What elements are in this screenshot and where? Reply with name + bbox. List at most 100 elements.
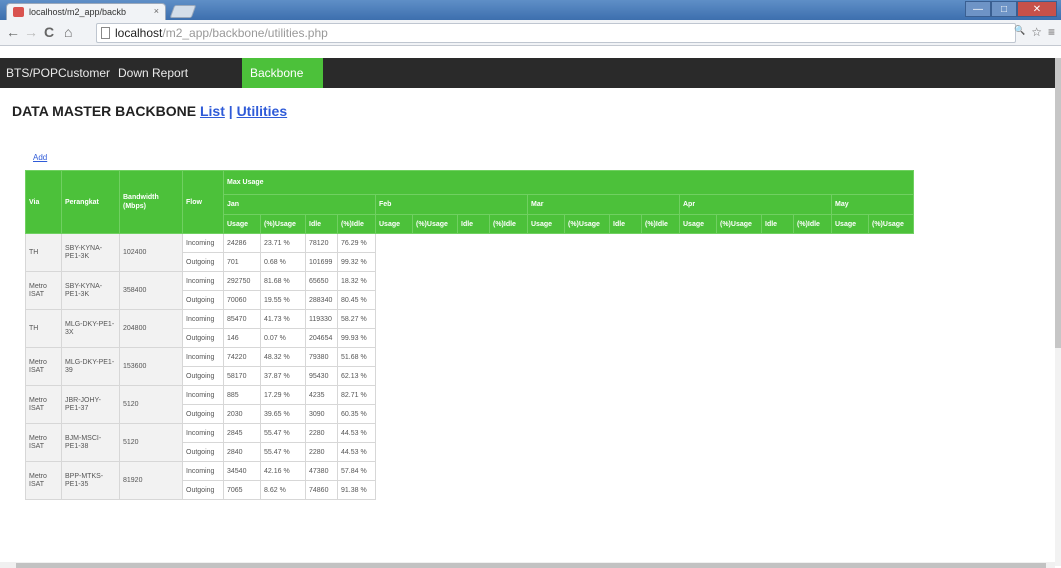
- perangkat-cell: BPP-MTKS-PE1-35: [61, 461, 120, 500]
- jan-usage-cell: 701: [223, 252, 261, 272]
- new-tab-button[interactable]: [169, 5, 197, 18]
- empty-cell: [412, 442, 458, 462]
- tab-title: localhost/m2_app/backb: [29, 7, 127, 17]
- window-controls: — □ ✕: [965, 1, 1057, 17]
- empty-cell: [412, 233, 458, 253]
- empty-cell: [793, 347, 832, 367]
- reload-icon[interactable]: C: [44, 24, 54, 40]
- empty-cell: [609, 309, 642, 329]
- back-arrow-icon[interactable]: ←: [6, 24, 20, 40]
- empty-cell: [868, 442, 914, 462]
- bandwidth-cell: 153600: [119, 347, 183, 386]
- empty-cell: [761, 385, 794, 405]
- zoom-icon[interactable]: 🔍: [1014, 25, 1025, 39]
- flow-cell: Outgoing: [182, 442, 224, 462]
- nav-item-down-report[interactable]: Down Report: [112, 58, 194, 88]
- empty-cell: [527, 480, 565, 500]
- utilities-link[interactable]: Utilities: [237, 103, 288, 119]
- empty-cell: [375, 461, 413, 481]
- empty-cell: [527, 404, 565, 424]
- subheader-pct-usage: (%)Usage: [260, 214, 306, 234]
- empty-cell: [679, 309, 717, 329]
- header-via: Via: [25, 170, 62, 234]
- empty-cell: [831, 442, 869, 462]
- close-tab-icon[interactable]: ×: [154, 6, 159, 16]
- flow-cell: Incoming: [182, 347, 224, 367]
- jan-usage-cell: 146: [223, 328, 261, 348]
- jan-pct-usage-cell: 17.29 %: [260, 385, 306, 405]
- jan-usage-cell: 2845: [223, 423, 261, 443]
- empty-cell: [716, 442, 762, 462]
- empty-cell: [831, 366, 869, 386]
- empty-cell: [564, 271, 610, 291]
- jan-usage-cell: 2030: [223, 404, 261, 424]
- horizontal-scroll-thumb[interactable]: [16, 563, 1046, 568]
- maximize-button[interactable]: □: [991, 1, 1017, 17]
- browser-tab[interactable]: localhost/m2_app/backb ×: [6, 3, 166, 20]
- empty-cell: [457, 423, 490, 443]
- bandwidth-cell: 102400: [119, 233, 183, 272]
- table-row: Metro ISAT BPP-MTKS-PE1-35 81920 Incoming 34…: [25, 461, 914, 500]
- empty-cell: [527, 461, 565, 481]
- empty-cell: [831, 309, 869, 329]
- via-cell: Metro ISAT: [25, 461, 62, 500]
- jan-pct-idle-cell: 44.53 %: [337, 442, 376, 462]
- empty-cell: [609, 347, 642, 367]
- jan-usage-cell: 85470: [223, 309, 261, 329]
- nav-item-backbone[interactable]: Backbone: [242, 58, 323, 88]
- empty-cell: [793, 385, 832, 405]
- subheader-usage: Usage: [831, 214, 869, 234]
- empty-cell: [489, 404, 528, 424]
- empty-cell: [609, 271, 642, 291]
- empty-cell: [831, 233, 869, 253]
- empty-cell: [793, 252, 832, 272]
- jan-pct-idle-cell: 58.27 %: [337, 309, 376, 329]
- empty-cell: [564, 233, 610, 253]
- empty-cell: [609, 480, 642, 500]
- empty-cell: [716, 423, 762, 443]
- jan-usage-cell: 58170: [223, 366, 261, 386]
- empty-cell: [716, 309, 762, 329]
- empty-cell: [489, 366, 528, 386]
- empty-cell: [641, 461, 680, 481]
- subheader-usage: Usage: [375, 214, 413, 234]
- subheader-idle: Idle: [457, 214, 490, 234]
- empty-cell: [375, 252, 413, 272]
- perangkat-cell: BJM-MSCI-PE1-38: [61, 423, 120, 462]
- flow-cell: Incoming: [182, 423, 224, 443]
- empty-cell: [641, 385, 680, 405]
- empty-cell: [412, 423, 458, 443]
- vertical-scroll-thumb[interactable]: [1055, 58, 1061, 348]
- empty-cell: [527, 271, 565, 291]
- title-separator: |: [228, 103, 233, 119]
- empty-cell: [412, 309, 458, 329]
- close-window-button[interactable]: ✕: [1017, 1, 1057, 17]
- empty-cell: [489, 252, 528, 272]
- list-link[interactable]: List: [200, 103, 225, 119]
- address-bar[interactable]: localhost/m2_app/backbone/utilities.php: [96, 23, 1016, 43]
- empty-cell: [609, 461, 642, 481]
- subheader-usage: Usage: [679, 214, 717, 234]
- page-title: DATA MASTER BACKBONE List | Utilities: [12, 103, 287, 119]
- jan-idle-cell: 119330: [305, 309, 338, 329]
- empty-cell: [761, 328, 794, 348]
- home-icon[interactable]: ⌂: [64, 24, 72, 40]
- browser-right-tools: 🔍 ☆ ≡: [1014, 25, 1055, 39]
- table-row: TH SBY-KYNA-PE1-3K 102400 Incoming 24286 23.7…: [25, 233, 914, 272]
- empty-cell: [564, 328, 610, 348]
- empty-cell: [375, 385, 413, 405]
- star-icon[interactable]: ☆: [1031, 25, 1042, 39]
- empty-cell: [375, 290, 413, 310]
- add-link[interactable]: Add: [33, 153, 47, 162]
- bandwidth-cell: 81920: [119, 461, 183, 500]
- empty-cell: [412, 347, 458, 367]
- via-cell: Metro ISAT: [25, 423, 62, 462]
- page-favicon-icon: [13, 7, 24, 17]
- header-perangkat: Perangkat: [61, 170, 120, 234]
- nav-item-customer[interactable]: Customer: [52, 58, 116, 88]
- jan-pct-usage-cell: 55.47 %: [260, 442, 306, 462]
- minimize-button[interactable]: —: [965, 1, 991, 17]
- empty-cell: [489, 423, 528, 443]
- forward-arrow-icon[interactable]: →: [24, 24, 38, 40]
- menu-icon[interactable]: ≡: [1048, 25, 1055, 39]
